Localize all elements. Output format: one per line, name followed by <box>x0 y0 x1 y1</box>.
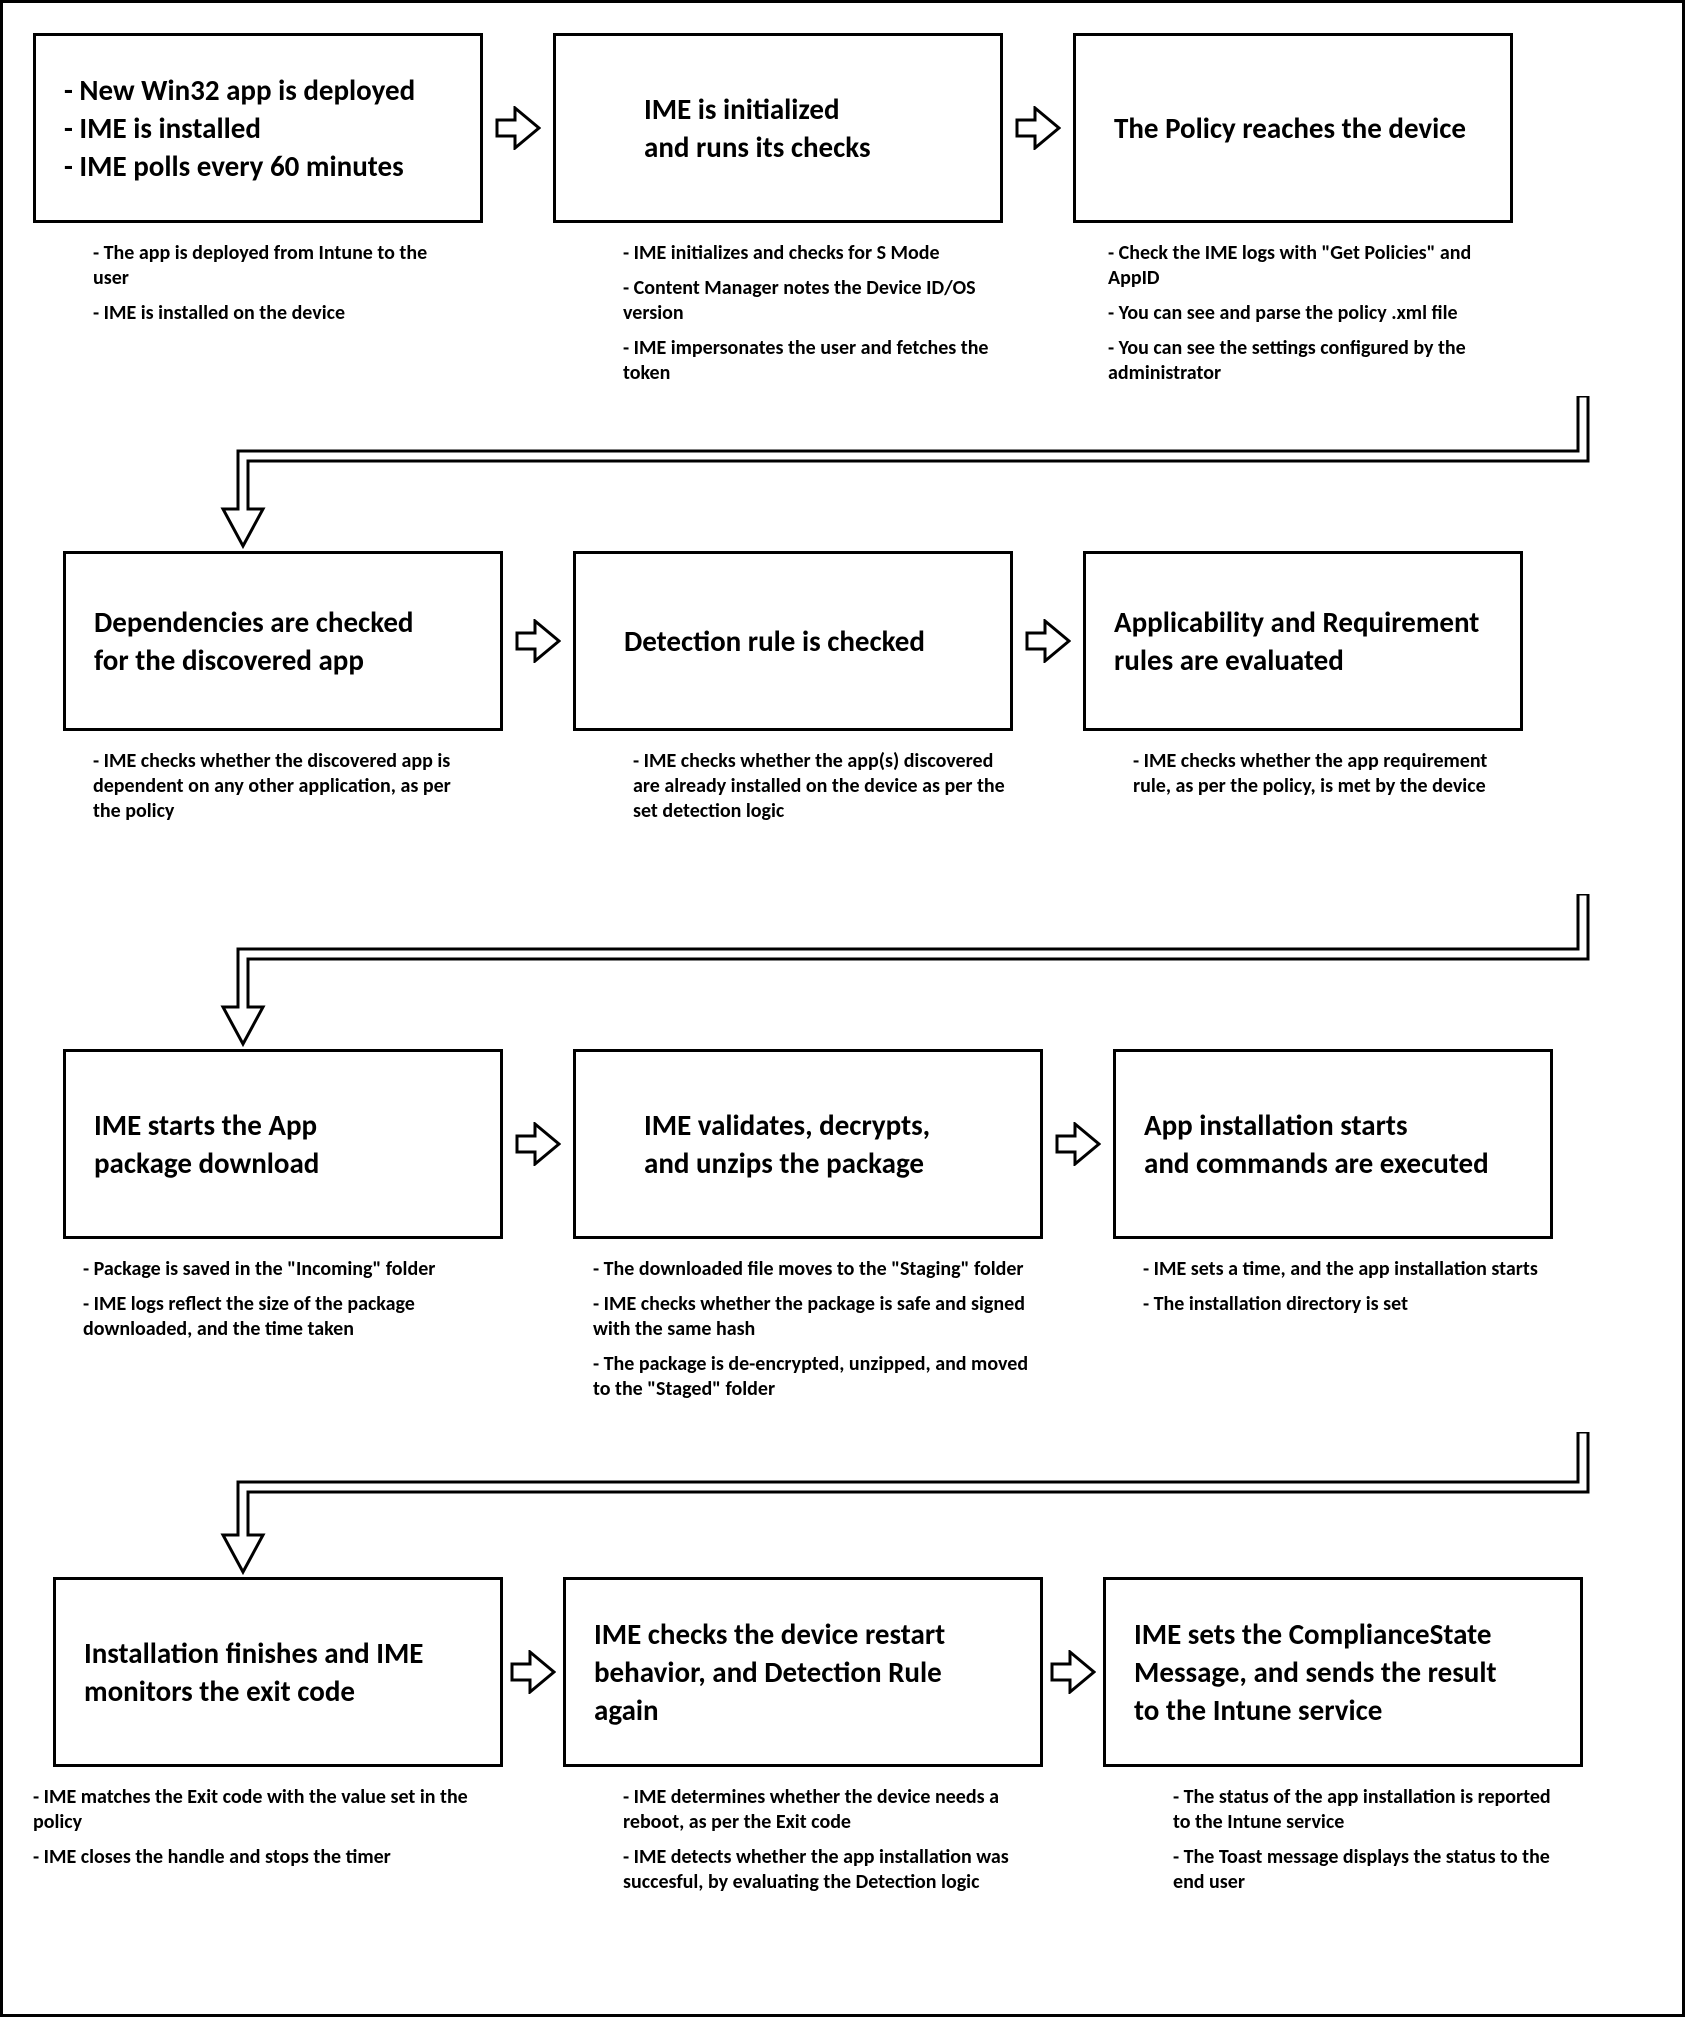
flow-row-3: IME starts the Apppackage download - Pac… <box>33 1049 1652 1412</box>
connector-1-2 <box>33 396 1652 551</box>
step-2-title: IME is initializedand runs its checks <box>584 89 871 168</box>
step-8-title: IME validates, decrypts,and unzips the p… <box>604 1105 930 1184</box>
step-10-box: Installation finishes and IMEmonitors th… <box>53 1577 503 1767</box>
step-2-box: IME is initializedand runs its checks <box>553 33 1003 223</box>
step-1-title: - New Win32 app is deployed- IME is inst… <box>64 70 415 187</box>
arrow-right-icon <box>1043 1577 1103 1767</box>
step-11-title: IME checks the device restartbehavior, a… <box>594 1614 945 1731</box>
step-9-title: App installation startsand commands are … <box>1144 1105 1489 1184</box>
step-10-desc: - IME matches the Exit code with the val… <box>33 1785 483 1870</box>
step-11-desc: - IME determines whether the device need… <box>563 1785 1023 1895</box>
connector-3-4 <box>33 1432 1652 1577</box>
connector-2-3 <box>33 894 1652 1049</box>
connector-arrow-icon <box>33 396 1653 551</box>
arrow-right-icon <box>1013 551 1083 731</box>
step-7-box: IME starts the Apppackage download <box>63 1049 503 1239</box>
step-12-title: IME sets the ComplianceStateMessage, and… <box>1134 1614 1497 1731</box>
step-6-title: Applicability and Requirementrules are e… <box>1114 602 1479 681</box>
step-12-desc: - The status of the app installation is … <box>1103 1785 1563 1895</box>
arrow-right-icon <box>503 1049 573 1239</box>
step-7-desc: - Package is saved in the "Incoming" fol… <box>63 1257 483 1342</box>
step-5-box: Detection rule is checked <box>573 551 1013 731</box>
arrow-right-icon <box>503 1577 563 1767</box>
step-11-box: IME checks the device restartbehavior, a… <box>563 1577 1043 1767</box>
step-8-desc: - The downloaded file moves to the "Stag… <box>573 1257 1043 1402</box>
flow-row-2: Dependencies are checkedfor the discover… <box>33 551 1652 834</box>
connector-arrow-icon <box>33 1432 1653 1577</box>
flow-row-4: Installation finishes and IMEmonitors th… <box>33 1577 1652 1905</box>
arrow-right-icon <box>503 551 573 731</box>
step-5-title: Detection rule is checked <box>604 621 925 661</box>
step-2-desc: - IME initializes and checks for S Mode-… <box>553 241 1003 386</box>
step-7-title: IME starts the Apppackage download <box>94 1105 319 1184</box>
arrow-right-icon <box>483 33 553 223</box>
arrow-right-icon <box>1003 33 1073 223</box>
step-3-desc: - Check the IME logs with "Get Policies"… <box>1073 241 1508 386</box>
step-4-title: Dependencies are checkedfor the discover… <box>94 602 413 681</box>
step-9-box: App installation startsand commands are … <box>1113 1049 1553 1239</box>
flow-row-1: - New Win32 app is deployed- IME is inst… <box>33 33 1652 396</box>
step-3-box: The Policy reaches the device <box>1073 33 1513 223</box>
step-3-title: The Policy reaches the device <box>1104 108 1466 148</box>
flowchart-canvas: - New Win32 app is deployed- IME is inst… <box>0 0 1685 2017</box>
step-1-box: - New Win32 app is deployed- IME is inst… <box>33 33 483 223</box>
step-9-desc: - IME sets a time, and the app installat… <box>1113 1257 1543 1317</box>
step-5-desc: - IME checks whether the app(s) discover… <box>573 749 1013 824</box>
step-12-box: IME sets the ComplianceStateMessage, and… <box>1103 1577 1583 1767</box>
step-4-desc: - IME checks whether the discovered app … <box>63 749 473 824</box>
step-10-title: Installation finishes and IMEmonitors th… <box>84 1633 423 1712</box>
arrow-right-icon <box>1043 1049 1113 1239</box>
connector-arrow-icon <box>33 894 1653 1049</box>
step-1-desc: - The app is deployed from Intune to the… <box>33 241 463 326</box>
step-6-box: Applicability and Requirementrules are e… <box>1083 551 1523 731</box>
step-8-box: IME validates, decrypts,and unzips the p… <box>573 1049 1043 1239</box>
step-6-desc: - IME checks whether the app requirement… <box>1083 749 1523 799</box>
step-4-box: Dependencies are checkedfor the discover… <box>63 551 503 731</box>
